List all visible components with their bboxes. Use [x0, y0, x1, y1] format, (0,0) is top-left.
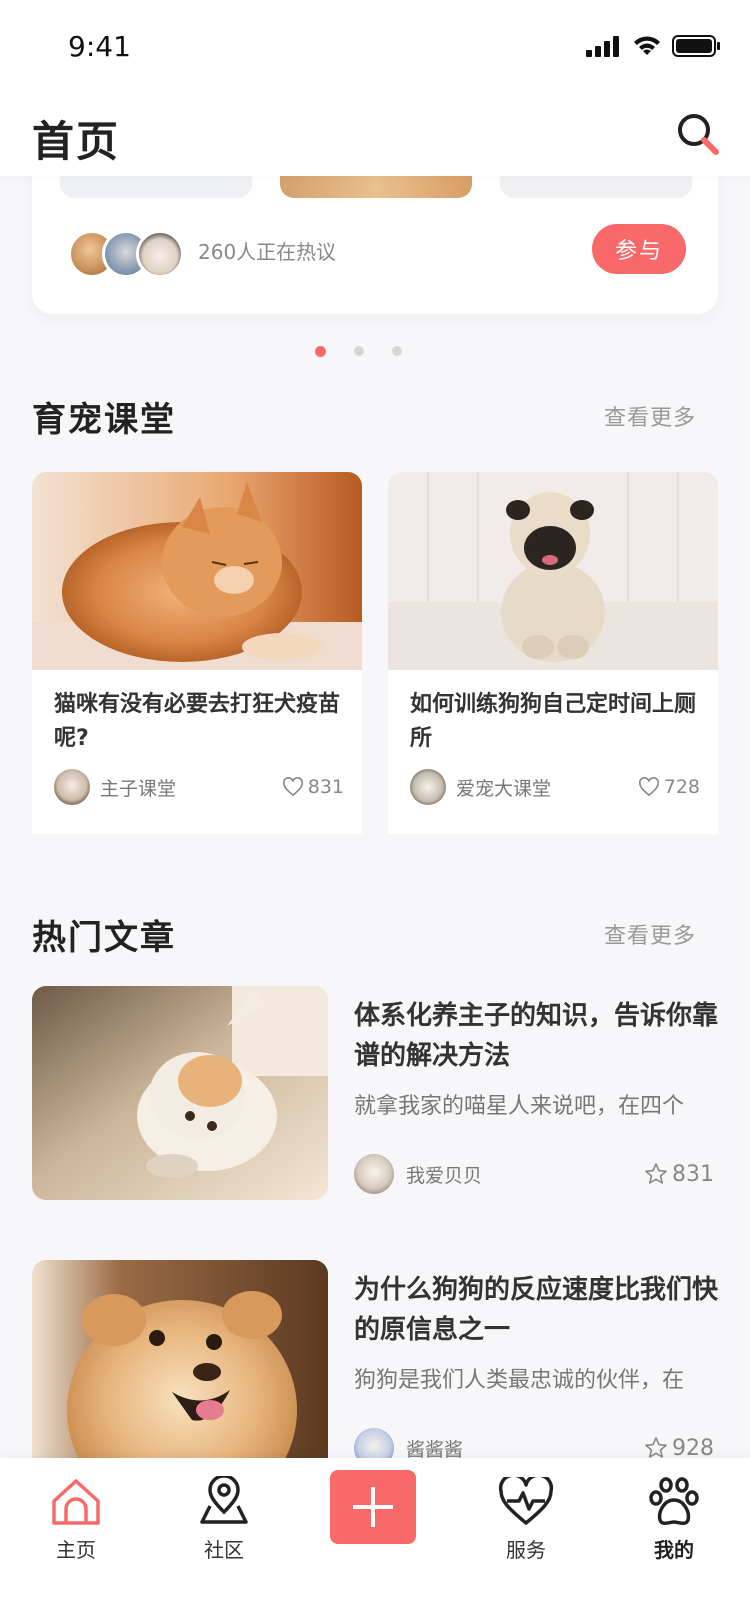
author-name: 主子课堂 — [100, 777, 177, 800]
bottom-tab-bar: 主页 社区 服务 我的 — [0, 1458, 750, 1624]
article-summary: 就拿我家的喵星人来说吧，在四个 — [354, 1094, 685, 1119]
avatar — [136, 230, 184, 278]
like-count: 831 — [307, 776, 344, 798]
like-button[interactable]: 831 — [282, 776, 344, 798]
course-meta: 主子课堂 831 — [54, 768, 344, 806]
course-section-header: 育宠课堂 查看更多 — [32, 392, 718, 442]
tab-label: 我的 — [654, 1538, 694, 1562]
tab-community[interactable]: 社区 — [174, 1474, 274, 1563]
discussion-count: 260人正在热议 — [198, 240, 337, 264]
favorite-button[interactable]: 928 — [644, 1436, 714, 1461]
articles-section-header: 热门文章 查看更多 — [32, 910, 718, 960]
carousel-indicator — [0, 346, 750, 357]
pug-photo — [388, 472, 718, 670]
wifi-icon — [634, 36, 660, 55]
home-icon — [52, 1479, 100, 1525]
star-icon — [645, 1437, 667, 1458]
course-meta: 爱宠大课堂 728 — [410, 768, 700, 806]
favorite-count: 928 — [672, 1435, 714, 1461]
kitten-photo — [32, 986, 328, 1200]
article-summary: 狗狗是我们人类最忠诚的伙伴，在 — [354, 1368, 685, 1393]
page-title: 首页 — [32, 117, 121, 166]
dog-photo — [32, 1260, 328, 1474]
paw-icon — [649, 1477, 699, 1526]
like-count: 728 — [663, 776, 700, 798]
map-pin-icon — [200, 1476, 248, 1524]
participant-avatars — [68, 230, 184, 278]
search-button[interactable] — [674, 110, 722, 158]
tab-me[interactable]: 我的 — [624, 1474, 724, 1563]
carousel-dot[interactable] — [353, 346, 364, 356]
tab-label: 主页 — [56, 1538, 96, 1562]
heart-pulse-icon — [498, 1477, 554, 1525]
heart-icon — [282, 777, 303, 797]
articles-more-link[interactable]: 查看更多 — [604, 918, 696, 950]
star-icon — [645, 1163, 667, 1184]
heart-icon — [638, 777, 659, 797]
cat-photo — [32, 472, 362, 670]
status-icons — [586, 34, 720, 58]
article-item[interactable]: 体系化养主子的知识，告诉你靠谱的解决方法 就拿我家的喵星人来说吧，在四个 我爱贝… — [32, 986, 718, 1202]
author-name: 爱宠大课堂 — [456, 777, 552, 800]
author-name: 我爱贝贝 — [406, 1164, 483, 1187]
section-title: 育宠课堂 — [32, 400, 176, 440]
author-avatar — [54, 769, 90, 805]
battery-icon — [672, 35, 720, 57]
tab-home[interactable]: 主页 — [26, 1474, 126, 1563]
article-item[interactable]: 为什么狗狗的反应速度比我们快的原信息之一 狗狗是我们人类最忠诚的伙伴，在 酱酱酱… — [32, 1260, 718, 1476]
course-title: 猫咪有没有必要去打狂犬疫苗呢? — [54, 692, 341, 751]
tab-service[interactable]: 服务 — [476, 1474, 576, 1563]
tab-label: 社区 — [204, 1538, 244, 1562]
plus-icon — [353, 1487, 393, 1527]
favorite-count: 831 — [672, 1161, 714, 1187]
status-bar: 9:41 — [0, 0, 750, 92]
article-title: 为什么狗狗的反应速度比我们快的原信息之一 — [354, 1275, 719, 1345]
course-card[interactable]: 猫咪有没有必要去打狂犬疫苗呢? 主子课堂 831 — [32, 472, 362, 834]
signal-icon — [586, 36, 619, 57]
join-button[interactable]: 参与 — [592, 224, 686, 274]
carousel-dot[interactable] — [391, 346, 402, 356]
course-card[interactable]: 如何训练狗狗自己定时间上厕所 爱宠大课堂 728 — [388, 472, 718, 834]
author-avatar — [410, 769, 446, 805]
add-post-button[interactable] — [330, 1470, 416, 1544]
author-avatar — [354, 1154, 394, 1194]
header: 首页 — [0, 92, 750, 176]
carousel-dot[interactable] — [314, 346, 326, 357]
section-title: 热门文章 — [32, 918, 176, 958]
course-title: 如何训练狗狗自己定时间上厕所 — [410, 692, 697, 751]
favorite-button[interactable]: 831 — [644, 1162, 714, 1187]
article-title: 体系化养主子的知识，告诉你靠谱的解决方法 — [354, 1001, 719, 1071]
status-time: 9:41 — [68, 30, 131, 63]
search-icon — [678, 114, 719, 155]
like-button[interactable]: 728 — [638, 776, 700, 798]
article-meta: 我爱贝贝 831 — [354, 1154, 714, 1194]
tab-label: 服务 — [506, 1538, 546, 1562]
course-more-link[interactable]: 查看更多 — [604, 400, 696, 432]
